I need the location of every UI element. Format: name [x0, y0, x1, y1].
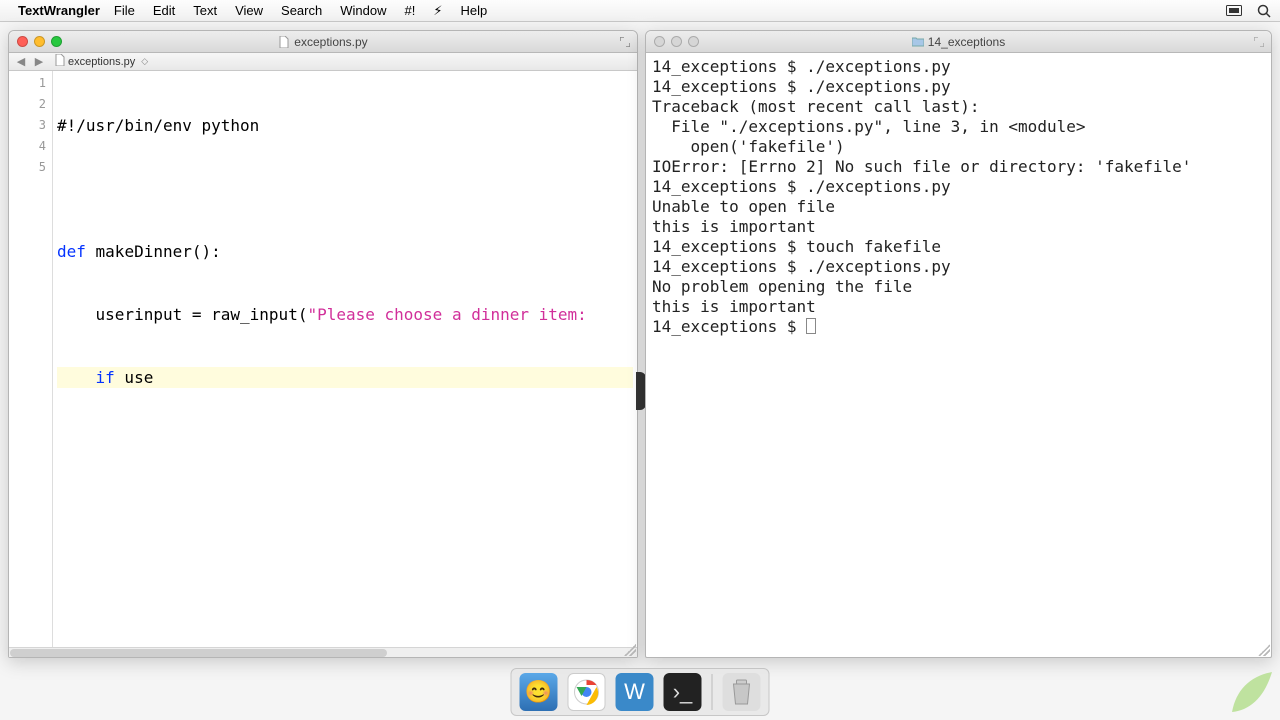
menu-scripts[interactable]: ⚡︎ — [433, 3, 442, 19]
editor-window: exceptions.py ◀ ▶ exceptions.py ◇ 1 2 3 … — [8, 30, 638, 658]
leaf-watermark-icon — [1230, 670, 1274, 714]
line-number-gutter: 1 2 3 4 5 — [9, 71, 53, 647]
menu-search[interactable]: Search — [281, 3, 322, 18]
terminal-titlebar[interactable]: 14_exceptions — [646, 31, 1271, 53]
terminal-line: Traceback (most recent call last): — [652, 97, 980, 116]
resize-handle[interactable] — [1258, 644, 1270, 656]
horizontal-scrollbar[interactable] — [9, 647, 637, 657]
terminal-line: 14_exceptions $ ./exceptions.py — [652, 177, 951, 196]
terminal-line: this is important — [652, 217, 816, 236]
terminal-line: IOError: [Errno 2] No such file or direc… — [652, 157, 1191, 176]
menu-shebang[interactable]: #! — [404, 3, 415, 18]
terminal-window-title: 14_exceptions — [646, 35, 1271, 49]
document-icon — [278, 36, 290, 48]
dock-textwrangler[interactable]: W — [616, 673, 654, 711]
terminal-output[interactable]: 14_exceptions $ ./exceptions.py 14_excep… — [646, 53, 1271, 657]
menu-edit[interactable]: Edit — [153, 3, 175, 18]
menu-text[interactable]: Text — [193, 3, 217, 18]
nav-dropdown-icon[interactable]: ◇ — [141, 56, 148, 67]
nav-filename[interactable]: exceptions.py — [68, 56, 135, 68]
terminal-line: 14_exceptions $ ./exceptions.py — [652, 77, 951, 96]
terminal-line: File "./exceptions.py", line 3, in <modu… — [652, 117, 1085, 136]
app-name[interactable]: TextWrangler — [18, 3, 100, 18]
menu-file[interactable]: File — [114, 3, 135, 18]
terminal-line: this is important — [652, 297, 816, 316]
terminal-window: 14_exceptions 14_exceptions $ ./exceptio… — [645, 30, 1272, 658]
nav-forward-button[interactable]: ▶ — [31, 55, 47, 69]
menu-help[interactable]: Help — [460, 3, 487, 18]
dock-terminal[interactable]: ›_ — [664, 673, 702, 711]
editor-nav-bar: ◀ ▶ exceptions.py ◇ — [9, 53, 637, 71]
folder-icon — [912, 36, 924, 48]
dock: 😊 W ›_ — [511, 668, 770, 716]
current-line: if use — [57, 367, 633, 388]
code-area[interactable]: #!/usr/bin/env python def makeDinner(): … — [53, 71, 637, 647]
menu-bar: TextWrangler File Edit Text View Search … — [0, 0, 1280, 22]
terminal-line: open('fakefile') — [652, 137, 845, 156]
terminal-prompt: 14_exceptions $ — [652, 317, 806, 336]
menu-window[interactable]: Window — [340, 3, 386, 18]
menu-view[interactable]: View — [235, 3, 263, 18]
nav-back-button[interactable]: ◀ — [13, 55, 29, 69]
dock-chrome[interactable] — [568, 673, 606, 711]
terminal-line: 14_exceptions $ touch fakefile — [652, 237, 941, 256]
scroll-thumb[interactable] — [10, 649, 387, 657]
terminal-line: No problem opening the file — [652, 277, 912, 296]
spotlight-search-icon[interactable] — [1256, 3, 1272, 19]
dock-finder[interactable]: 😊 — [520, 673, 558, 711]
dock-trash[interactable] — [723, 673, 761, 711]
editor-window-title: exceptions.py — [9, 35, 637, 49]
terminal-line: Unable to open file — [652, 197, 835, 216]
editor-body[interactable]: 1 2 3 4 5 #!/usr/bin/env python def make… — [9, 71, 637, 647]
terminal-line: 14_exceptions $ ./exceptions.py — [652, 257, 951, 276]
terminal-line: 14_exceptions $ ./exceptions.py — [652, 57, 951, 76]
screen-mirror-icon[interactable] — [1226, 3, 1242, 19]
dock-separator — [712, 674, 713, 710]
editor-titlebar[interactable]: exceptions.py — [9, 31, 637, 53]
resize-handle[interactable] — [624, 644, 636, 656]
document-icon — [55, 54, 65, 69]
terminal-cursor — [806, 318, 816, 334]
